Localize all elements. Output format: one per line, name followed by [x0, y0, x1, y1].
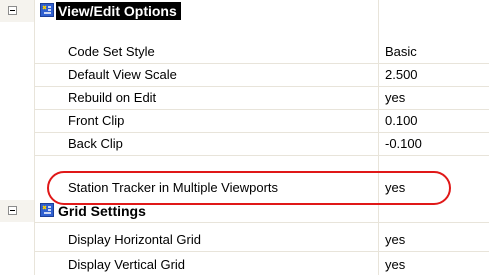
property-name: Default View Scale — [68, 67, 177, 82]
categorized-icon — [40, 203, 54, 217]
collapse-icon[interactable] — [8, 206, 17, 215]
property-row[interactable]: Display Vertical Grid yes — [0, 253, 489, 276]
property-name: Code Set Style — [68, 44, 155, 59]
collapse-icon[interactable] — [8, 6, 17, 15]
row-separator — [34, 222, 489, 223]
property-name: Front Clip — [68, 113, 125, 128]
row-separator — [34, 155, 489, 156]
property-row[interactable]: Code Set Style Basic — [0, 40, 489, 63]
property-value[interactable]: yes — [385, 86, 405, 109]
row-gutter — [0, 200, 34, 222]
property-row[interactable]: Front Clip 0.100 — [0, 109, 489, 132]
categorized-icon — [40, 3, 54, 17]
property-grid: View/Edit Options Code Set Style Basic D… — [0, 0, 489, 275]
property-name: Back Clip — [68, 136, 123, 151]
property-value[interactable]: 2.500 — [385, 63, 418, 86]
property-value[interactable]: -0.100 — [385, 132, 422, 155]
property-name: Display Vertical Grid — [68, 257, 186, 272]
category-row-view-edit-options[interactable]: View/Edit Options — [0, 0, 489, 22]
row-gutter — [0, 0, 34, 22]
property-row[interactable]: Default View Scale 2.500 — [0, 63, 489, 86]
property-value[interactable]: 0.100 — [385, 109, 418, 132]
category-title: View/Edit Options — [56, 2, 181, 20]
property-row[interactable]: Rebuild on Edit yes — [0, 86, 489, 109]
property-value[interactable]: Basic — [385, 40, 417, 63]
property-value[interactable]: yes — [385, 253, 405, 276]
row-separator — [34, 251, 489, 252]
property-value[interactable]: yes — [385, 228, 405, 251]
property-row[interactable]: Display Horizontal Grid yes — [0, 228, 489, 251]
property-row[interactable]: Back Clip -0.100 — [0, 132, 489, 155]
highlight-ellipse — [47, 171, 451, 205]
property-name: Rebuild on Edit — [68, 90, 157, 105]
property-name: Display Horizontal Grid — [68, 232, 201, 247]
